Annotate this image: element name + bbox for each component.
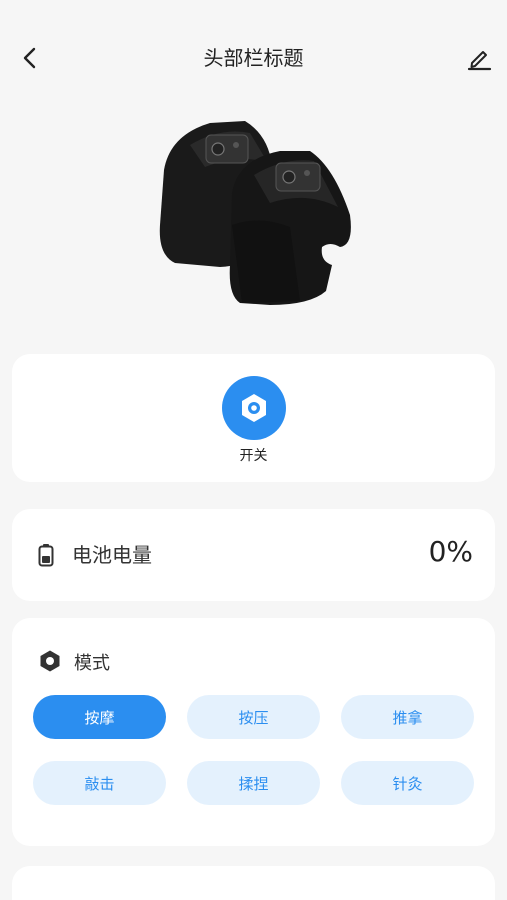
mode-option-acupuncture[interactable]: 针灸 — [341, 761, 474, 805]
mode-option-tuina[interactable]: 推拿 — [341, 695, 474, 739]
page-title: 头部栏标题 — [203, 46, 304, 70]
edit-pencil-icon — [467, 51, 492, 71]
battery-card: 电池电量 0% — [12, 509, 495, 601]
next-card — [12, 866, 495, 900]
mode-option-tap[interactable]: 敲击 — [33, 761, 166, 805]
power-card: 开关 — [12, 354, 495, 482]
header-bar: 头部栏标题 — [0, 0, 507, 115]
mode-card: 模式 按摩 按压 推拿 敲击 揉捏 针灸 — [12, 618, 495, 846]
battery-label: 电池电量 — [72, 543, 152, 567]
hexagon-mode-icon — [40, 650, 60, 672]
mode-option-massage[interactable]: 按摩 — [33, 695, 166, 739]
knee-pad-image — [159, 121, 351, 305]
mode-title: 模式 — [74, 653, 110, 674]
power-toggle-button[interactable] — [222, 376, 286, 440]
product-image — [150, 115, 360, 315]
battery-icon — [38, 544, 54, 567]
battery-value: 0% — [428, 535, 473, 568]
hexagon-nut-icon — [242, 394, 266, 422]
power-label: 开关 — [239, 448, 268, 464]
mode-option-press[interactable]: 按压 — [187, 695, 320, 739]
edit-button[interactable] — [463, 42, 495, 74]
mode-options: 按摩 按压 推拿 敲击 揉捏 针灸 — [33, 695, 474, 805]
mode-option-knead[interactable]: 揉捏 — [187, 761, 320, 805]
